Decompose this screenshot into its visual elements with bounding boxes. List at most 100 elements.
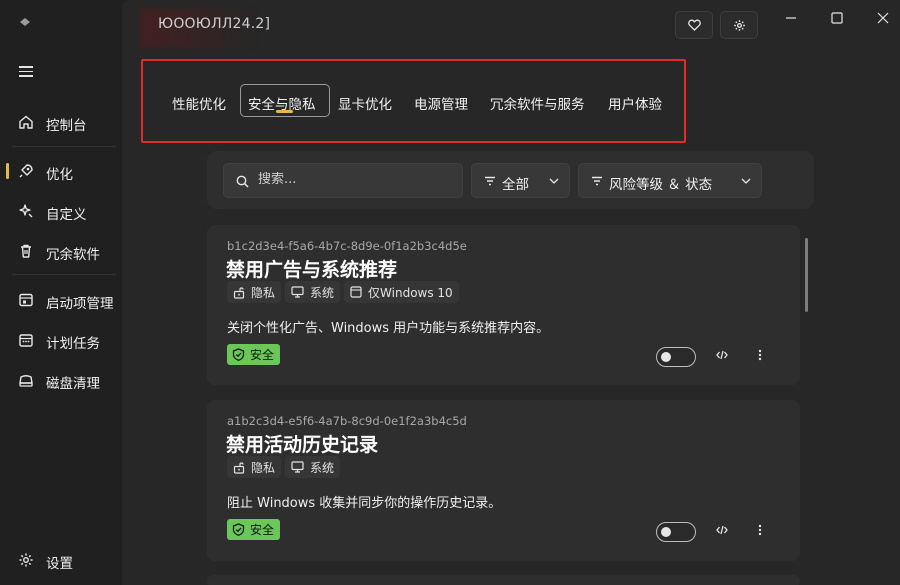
sidebar-item-disk-cleanup[interactable]: 磁盘清理 bbox=[0, 362, 122, 398]
risk-badge-label: 安全 bbox=[250, 348, 275, 362]
tweak-toggle[interactable] bbox=[656, 522, 696, 542]
sidebar-item-label: 控制台 bbox=[46, 118, 87, 134]
close-icon bbox=[877, 12, 889, 24]
minimize-icon bbox=[786, 17, 796, 19]
tag: 隐私 bbox=[227, 456, 282, 478]
sidebar-item-dashboard[interactable]: 控制台 bbox=[0, 104, 122, 140]
tag-label: 仅Windows 10 bbox=[368, 285, 453, 300]
gear-icon bbox=[734, 20, 745, 31]
tab-gpu[interactable]: 显卡优化 bbox=[338, 93, 392, 113]
sidebar-item-label: 自定义 bbox=[46, 207, 87, 223]
search-box[interactable] bbox=[223, 163, 463, 198]
sidebar-item-optimize[interactable]: 优化 bbox=[0, 153, 122, 189]
shield-check-icon bbox=[232, 523, 245, 536]
tag: 仅Windows 10 bbox=[344, 281, 459, 303]
risk-status-dropdown[interactable]: 风险等级 ＆ 状态 bbox=[578, 163, 762, 198]
risk-badge-label: 安全 bbox=[250, 523, 275, 537]
tag: 系统 bbox=[285, 456, 341, 478]
risk-status-dropdown-label: 风险等级 ＆ 状态 bbox=[609, 177, 713, 193]
sidebar-item-customize[interactable]: 自定义 bbox=[0, 193, 122, 229]
minimize-button[interactable] bbox=[777, 8, 807, 28]
window-icon bbox=[350, 286, 362, 298]
tab-bloatware-services[interactable]: 冗余软件与服务 bbox=[490, 93, 585, 113]
toggle-knob bbox=[661, 527, 671, 537]
tweak-toggle[interactable] bbox=[656, 347, 696, 367]
tag-label: 系统 bbox=[310, 460, 335, 475]
category-dropdown[interactable]: 全部 bbox=[471, 163, 570, 198]
tag-label: 系统 bbox=[310, 285, 335, 300]
sidebar-divider bbox=[12, 274, 116, 275]
tag: 隐私 bbox=[227, 281, 282, 303]
tweak-description: 关闭个性化广告、Windows 用户功能与系统推荐内容。 bbox=[227, 321, 550, 336]
tweak-title: 禁用广告与系统推荐 bbox=[226, 259, 398, 281]
sidebar-item-label: 设置 bbox=[46, 556, 73, 572]
close-button[interactable] bbox=[869, 8, 899, 28]
customize-icon bbox=[19, 204, 33, 218]
risk-badge: 安全 bbox=[227, 344, 281, 365]
active-indicator bbox=[6, 163, 9, 179]
sidebar-item-settings[interactable]: 设置 bbox=[0, 542, 122, 578]
sidebar-item-startup[interactable]: 启动项管理 bbox=[0, 282, 122, 318]
search-icon bbox=[236, 175, 249, 188]
sidebar-item-label: 冗余软件 bbox=[46, 247, 100, 263]
code-icon[interactable] bbox=[716, 350, 728, 360]
more-options-icon[interactable] bbox=[758, 349, 762, 361]
app-logo-icon bbox=[20, 18, 30, 26]
filter-icon bbox=[485, 176, 495, 186]
startup-icon bbox=[19, 293, 33, 307]
tab-power[interactable]: 电源管理 bbox=[414, 93, 468, 113]
calendar-icon bbox=[19, 334, 33, 347]
sidebar-item-label: 优化 bbox=[46, 167, 73, 183]
chevron-down-icon bbox=[549, 178, 559, 184]
search-input[interactable] bbox=[258, 172, 448, 187]
chevron-down-icon bbox=[741, 178, 751, 184]
sidebar-item-label: 计划任务 bbox=[46, 336, 100, 352]
tag: 系统 bbox=[285, 281, 341, 303]
risk-badge: 安全 bbox=[227, 519, 281, 540]
sidebar-item-label: 启动项管理 bbox=[46, 296, 114, 312]
tweak-id: a1b2c3d4-e5f6-4a7b-8c9d-0e1f2a3b4c5d bbox=[227, 414, 467, 428]
sidebar-item-bloatware[interactable]: 冗余软件 bbox=[0, 233, 122, 269]
maximize-button[interactable] bbox=[823, 8, 853, 28]
main-panel: ЮООЮЛЛ24.2] 性能优化 安全与隐私 显卡优化 电源管理 冗余软件与服务… bbox=[122, 0, 900, 585]
sidebar-item-scheduled-tasks[interactable]: 计划任务 bbox=[0, 322, 122, 358]
lock-icon bbox=[233, 286, 245, 299]
sidebar-item-label: 磁盘清理 bbox=[46, 376, 100, 392]
disk-icon bbox=[19, 375, 33, 387]
code-icon[interactable] bbox=[716, 525, 728, 535]
tweak-title: 禁用活动历史记录 bbox=[226, 434, 379, 456]
tweak-card bbox=[207, 575, 800, 585]
tag-label: 隐私 bbox=[251, 285, 276, 300]
scrollbar-thumb[interactable] bbox=[805, 238, 808, 312]
trash-icon bbox=[21, 244, 31, 258]
favorite-button[interactable] bbox=[675, 11, 713, 39]
category-dropdown-label: 全部 bbox=[502, 177, 529, 193]
more-options-icon[interactable] bbox=[758, 524, 762, 536]
tweak-card: b1c2d3e4-f5a6-4b7c-8d9e-0f1a2b3c4d5e 禁用广… bbox=[207, 225, 800, 385]
tab-user-experience[interactable]: 用户体验 bbox=[608, 93, 662, 113]
gear-icon bbox=[19, 553, 33, 567]
tweak-card: a1b2c3d4-e5f6-4a7b-8c9d-0e1f2a3b4c5d 禁用活… bbox=[207, 400, 800, 561]
tag-row: 隐私 系统 bbox=[227, 456, 341, 478]
tab-performance[interactable]: 性能优化 bbox=[172, 93, 226, 113]
window-title: ЮООЮЛЛ24.2] bbox=[158, 16, 271, 32]
settings-button[interactable] bbox=[720, 11, 758, 39]
heart-icon bbox=[688, 19, 701, 31]
tag-label: 隐私 bbox=[251, 460, 276, 475]
monitor-icon bbox=[291, 286, 304, 298]
toggle-knob bbox=[661, 352, 671, 362]
home-icon bbox=[19, 115, 33, 129]
maximize-icon bbox=[831, 12, 843, 24]
tab-active-indicator bbox=[276, 110, 293, 113]
rocket-icon bbox=[19, 164, 33, 178]
sidebar-divider bbox=[12, 146, 116, 147]
shield-check-icon bbox=[232, 348, 245, 361]
menu-toggle-icon[interactable] bbox=[19, 66, 33, 77]
monitor-icon bbox=[291, 461, 304, 473]
tweak-id: b1c2d3e4-f5a6-4b7c-8d9e-0f1a2b3c4d5e bbox=[227, 239, 467, 253]
sidebar: 控制台 优化 自定义 冗余软件 启动项管理 计划任务 磁盘清理 设置 bbox=[0, 0, 122, 585]
lock-icon bbox=[233, 461, 245, 474]
filter-icon bbox=[592, 176, 602, 186]
tweak-description: 阻止 Windows 收集并同步你的操作历史记录。 bbox=[227, 496, 502, 511]
tag-row: 隐私 系统 仅Windows 10 bbox=[227, 281, 459, 303]
